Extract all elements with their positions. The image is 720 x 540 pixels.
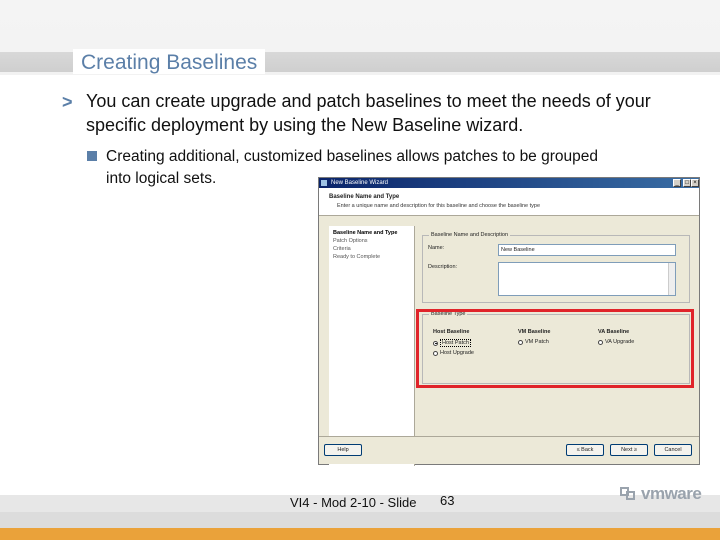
back-button[interactable]: ≤ Back bbox=[566, 444, 604, 456]
wizard-titlebar: New Baseline Wizard _ □ × bbox=[319, 178, 699, 188]
bullet-text-1: You can create upgrade and patch baselin… bbox=[86, 91, 651, 135]
wizard-header-title: Baseline Name and Type bbox=[329, 194, 400, 200]
nav-step-baseline-name-type[interactable]: Baseline Name and Type bbox=[333, 230, 397, 236]
baseline-description-input[interactable] bbox=[498, 262, 676, 296]
slide-footer-label: VI4 - Mod 2-10 - Slide bbox=[290, 495, 417, 510]
name-label: Name: bbox=[428, 245, 445, 251]
close-icon[interactable]: × bbox=[691, 179, 699, 187]
wizard-header: Baseline Name and Type Enter a unique na… bbox=[319, 188, 699, 216]
wizard-window-title: New Baseline Wizard bbox=[331, 180, 389, 186]
wizard-footer: Help ≤ Back Next ≥ Cancel bbox=[319, 436, 699, 464]
description-label: Description: bbox=[428, 264, 458, 270]
app-icon bbox=[321, 180, 327, 186]
footer-accent-bar bbox=[0, 528, 720, 540]
minimize-icon[interactable]: _ bbox=[673, 179, 681, 187]
wizard-step-nav: Baseline Name and Type Patch Options Cri… bbox=[329, 226, 415, 466]
vmware-logo-text: vmware bbox=[641, 484, 702, 503]
nav-step-patch-options[interactable]: Patch Options bbox=[333, 238, 368, 244]
slide-title: Creating Baselines bbox=[73, 49, 266, 74]
cancel-button[interactable]: Cancel bbox=[654, 444, 692, 456]
bullet-arrow-icon: > bbox=[62, 92, 73, 112]
nav-step-ready-to-complete[interactable]: Ready to Complete bbox=[333, 254, 380, 260]
name-description-group-label: Baseline Name and Description bbox=[429, 232, 511, 238]
baseline-name-input[interactable]: New Baseline bbox=[498, 244, 676, 256]
name-description-group: Baseline Name and Description Name: New … bbox=[422, 232, 690, 303]
vmware-logo: vmware bbox=[620, 484, 702, 504]
slide-page-number: 63 bbox=[440, 493, 455, 508]
nav-step-criteria[interactable]: Criteria bbox=[333, 246, 351, 252]
square-bullet-icon bbox=[87, 151, 97, 161]
vmware-logo-icon bbox=[620, 487, 638, 501]
description-scrollbar[interactable] bbox=[668, 263, 675, 295]
footer-bar bbox=[0, 512, 720, 528]
red-highlight-box bbox=[416, 309, 694, 388]
next-button[interactable]: Next ≥ bbox=[610, 444, 648, 456]
new-baseline-wizard-window: New Baseline Wizard _ □ × Baseline Name … bbox=[318, 177, 700, 466]
wizard-header-subtitle: Enter a unique name and description for … bbox=[337, 203, 541, 209]
maximize-icon[interactable]: □ bbox=[683, 179, 691, 187]
help-button[interactable]: Help bbox=[324, 444, 362, 456]
